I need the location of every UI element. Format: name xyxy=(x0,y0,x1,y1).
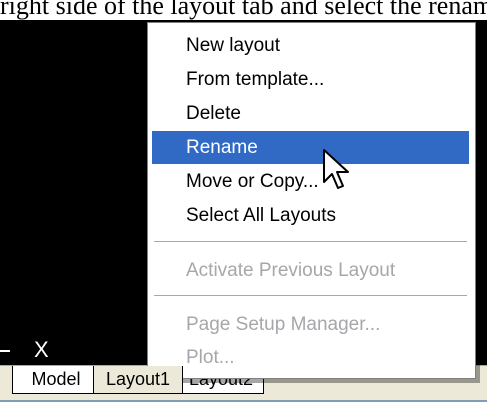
menu-item-rename[interactable]: Rename xyxy=(152,131,469,164)
menu-item-select-all-layouts[interactable]: Select All Layouts xyxy=(152,199,469,232)
tab-model[interactable]: Model xyxy=(12,366,100,394)
document-caption-text: right side of the layout tab and select … xyxy=(0,0,487,20)
ucs-x-label: X xyxy=(34,337,49,362)
menu-separator xyxy=(154,241,467,243)
menu-item-activate-previous-layout[interactable]: Activate Previous Layout xyxy=(152,254,469,287)
menu-item-page-setup-manager[interactable]: Page Setup Manager... xyxy=(152,308,469,341)
horizontal-scrollbar[interactable] xyxy=(0,400,487,418)
menu-item-plot[interactable]: Plot... xyxy=(152,341,469,374)
layout-context-menu: New layout From template... Delete Renam… xyxy=(147,22,476,379)
arrow-pointer-icon xyxy=(323,149,349,189)
menu-item-delete[interactable]: Delete xyxy=(152,97,469,130)
menu-item-move-or-copy[interactable]: Move or Copy... xyxy=(152,165,469,198)
menu-item-new-layout[interactable]: New layout xyxy=(152,29,469,62)
tab-layout1[interactable]: Layout1 xyxy=(93,366,183,394)
menu-item-from-template[interactable]: From template... xyxy=(152,63,469,96)
ucs-y-axis-line xyxy=(0,350,10,352)
menu-separator xyxy=(154,295,467,297)
